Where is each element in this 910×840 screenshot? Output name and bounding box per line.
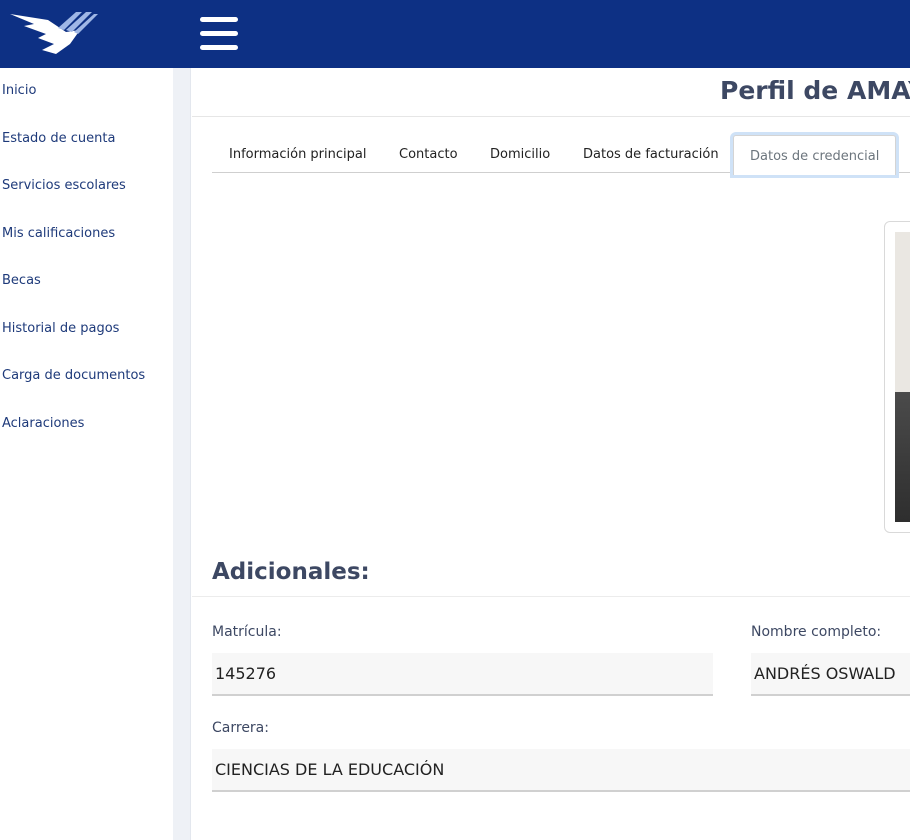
tab-contacto[interactable]: Contacto (399, 134, 458, 173)
tab-datos-de-credencial[interactable]: Datos de credencial (733, 135, 897, 175)
page-title: Perfil de AMAYA (720, 76, 910, 105)
eagle-logo-icon[interactable] (8, 10, 98, 56)
hamburger-menu-button[interactable] (200, 17, 238, 51)
sidebar-item-aclaraciones[interactable]: Aclaraciones (2, 416, 84, 431)
hamburger-bar (200, 17, 238, 22)
carrera-field[interactable] (212, 749, 910, 792)
credential-photo (895, 232, 910, 522)
tab-informacion-principal[interactable]: Información principal (229, 134, 366, 173)
nombre-completo-label: Nombre completo: (751, 624, 882, 640)
sidebar: Inicio Estado de cuenta Servicios escola… (0, 68, 173, 840)
sidebar-item-mis-calificaciones[interactable]: Mis calificaciones (2, 226, 115, 241)
matricula-label: Matrícula: (212, 624, 282, 640)
section-title-adicionales: Adicionales: (212, 559, 370, 585)
nombre-completo-field[interactable] (751, 653, 910, 696)
matricula-field[interactable] (212, 653, 713, 696)
hamburger-bar (200, 45, 238, 50)
sidebar-item-estado-de-cuenta[interactable]: Estado de cuenta (2, 131, 115, 146)
main-content: Perfil de AMAYA Información principal Co… (192, 68, 910, 840)
tab-datos-de-facturacion[interactable]: Datos de facturación (583, 134, 719, 173)
sidebar-item-servicios-escolares[interactable]: Servicios escolares (2, 178, 126, 193)
section-divider (192, 596, 910, 597)
photo-shadow (895, 392, 910, 522)
hamburger-bar (200, 31, 238, 36)
tab-domicilio[interactable]: Domicilio (490, 134, 550, 173)
top-bar (0, 0, 910, 68)
credential-photo-card (884, 221, 910, 533)
carrera-label: Carrera: (212, 720, 269, 736)
sidebar-item-becas[interactable]: Becas (2, 273, 41, 288)
sidebar-item-carga-de-documentos[interactable]: Carga de documentos (2, 368, 145, 383)
sidebar-item-inicio[interactable]: Inicio (2, 83, 36, 98)
sidebar-gutter (173, 68, 191, 840)
profile-tabs: Información principal Contacto Domicilio… (212, 134, 910, 175)
page-header: Perfil de AMAYA (192, 68, 910, 117)
sidebar-item-historial-de-pagos[interactable]: Historial de pagos (2, 321, 119, 336)
